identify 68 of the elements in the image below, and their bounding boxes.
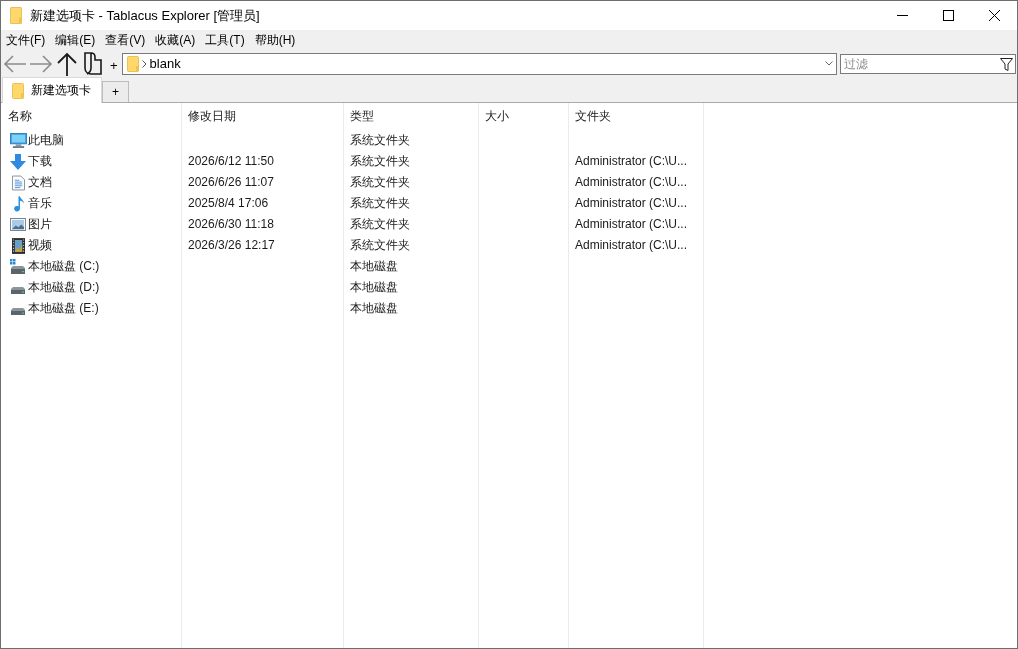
picture-icon	[10, 218, 26, 231]
filter-icon	[1000, 57, 1013, 71]
file-name[interactable]: 本地磁盘 (E:)	[28, 300, 99, 317]
column-header[interactable]: 类型	[344, 105, 478, 128]
folder-icon	[10, 7, 22, 24]
table-cell-text: 2025/8/4 17:06	[187, 195, 270, 212]
table-cell-text: 2026/6/30 11:18	[187, 216, 275, 233]
file-name[interactable]: 此电脑	[28, 132, 64, 149]
folder-icon	[12, 82, 24, 99]
table-cell-text: Administrator (C:\U...	[574, 237, 689, 254]
close-icon	[988, 10, 1000, 21]
file-name[interactable]: 下载	[28, 153, 52, 170]
menu-item[interactable]: 工具(T)	[200, 30, 250, 50]
table-cell-text: 系统文件夹	[349, 174, 411, 191]
menu-item[interactable]: 编辑(E)	[50, 30, 101, 50]
menu-item[interactable]: 收藏(A)	[150, 30, 201, 50]
column-header[interactable]: 修改日期	[182, 105, 343, 128]
file-name[interactable]: 视频	[28, 237, 52, 254]
file-name[interactable]: 文档	[28, 174, 52, 191]
music-note-icon	[12, 195, 24, 212]
monitor-icon	[9, 133, 27, 148]
table-cell-text: Administrator (C:\U...	[574, 153, 689, 170]
window-title: 新建选项卡 - Tablacus Explorer [管理员]	[30, 6, 261, 25]
tab[interactable]: 新建选项卡	[2, 77, 102, 103]
menu-item[interactable]: 文件(F)	[1, 30, 51, 50]
document-icon	[11, 174, 25, 191]
up-arrow-icon	[55, 51, 78, 76]
table-cell-text: 系统文件夹	[349, 153, 411, 170]
add-button[interactable]: +	[108, 55, 120, 76]
chevron-icon	[141, 59, 147, 68]
drive-icon	[11, 287, 25, 294]
drive-icon	[11, 308, 25, 315]
menu-item[interactable]: 查看(V)	[100, 30, 151, 50]
forward-arrow-icon	[28, 54, 53, 73]
system-drive-icon	[10, 259, 26, 274]
table-cell-text: Administrator (C:\U...	[574, 174, 689, 191]
table-cell-text: 系统文件夹	[349, 216, 411, 233]
film-strip-icon	[11, 237, 25, 254]
file-name[interactable]: 本地磁盘 (C:)	[28, 258, 100, 275]
address-field[interactable]: blank	[121, 52, 837, 75]
column-header[interactable]: 名称	[1, 105, 181, 128]
table-cell-text: 系统文件夹	[349, 195, 411, 212]
down-arrow-icon	[10, 153, 26, 170]
new-tab-button[interactable]: +	[102, 81, 129, 102]
filter-field[interactable]: 过滤	[840, 53, 1016, 74]
folder-icon	[126, 55, 139, 72]
file-name[interactable]: 音乐	[28, 195, 52, 212]
menu-item[interactable]: 帮助(H)	[249, 30, 301, 50]
table-cell-text: 本地磁盘	[349, 300, 399, 317]
file-name[interactable]: 图片	[28, 216, 52, 233]
address-breadcrumb[interactable]: blank	[149, 56, 819, 71]
caret-icon	[825, 61, 833, 66]
table-cell-text: 本地磁盘	[349, 279, 399, 296]
file-name[interactable]: 本地磁盘 (D:)	[28, 279, 100, 296]
table-cell-text: 系统文件夹	[349, 237, 411, 254]
table-cell-text: Administrator (C:\U...	[574, 195, 689, 212]
table-cell-text: 2026/6/26 11:07	[187, 174, 275, 191]
table-cell-text: Administrator (C:\U...	[574, 216, 689, 233]
back-arrow-icon	[2, 54, 27, 73]
minimize-icon	[896, 15, 908, 16]
table-cell-text: 2026/3/26 12:17	[187, 237, 276, 254]
table-cell-text: 2026/6/12 11:50	[187, 153, 275, 170]
table-cell-text: 系统文件夹	[349, 132, 411, 149]
table-cell-text: 本地磁盘	[349, 258, 399, 275]
page-icon	[83, 51, 102, 76]
column-header[interactable]: 大小	[479, 105, 568, 128]
column-header[interactable]: 文件夹	[569, 105, 703, 128]
maximize-icon	[942, 10, 954, 21]
